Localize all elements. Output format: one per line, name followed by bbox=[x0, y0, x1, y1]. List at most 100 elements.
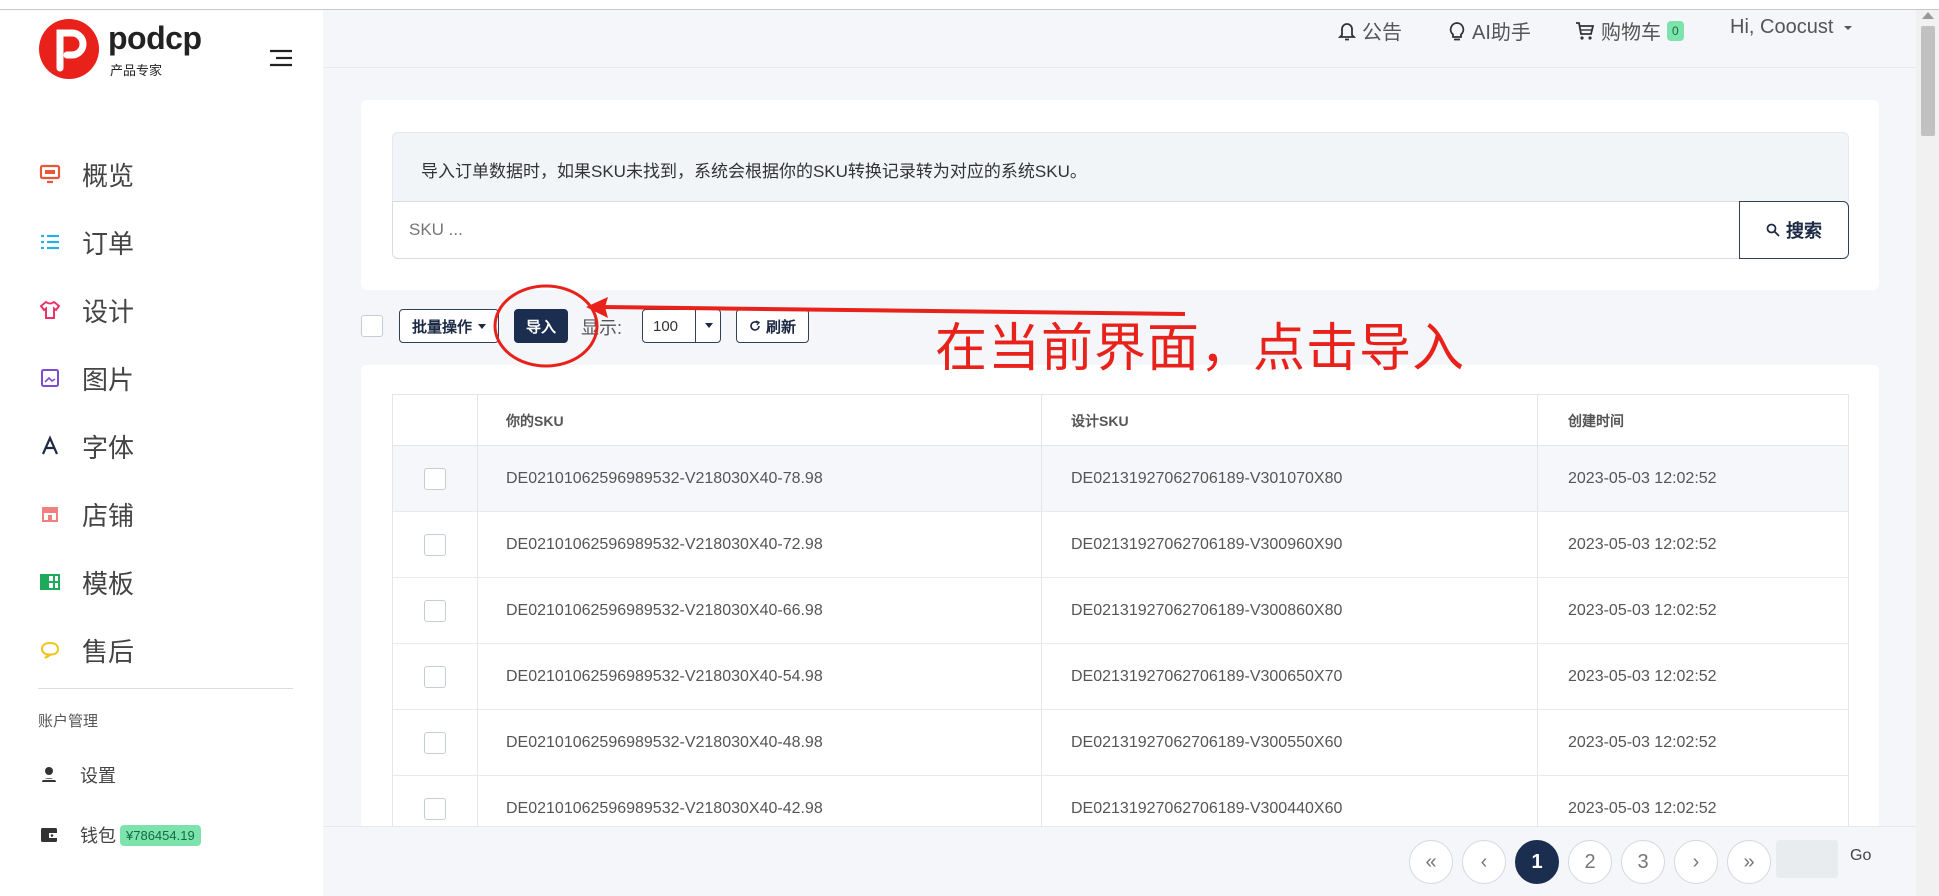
sidebar-item-aftersales[interactable]: 售后 bbox=[38, 616, 298, 684]
your-sku-cell: DE02101062596989532-V218030X40-72.98 bbox=[506, 536, 823, 553]
wallet-label: 钱包 bbox=[80, 826, 116, 846]
row-checkbox[interactable] bbox=[424, 534, 446, 556]
vertical-scrollbar[interactable] bbox=[1916, 10, 1939, 896]
row-checkbox[interactable] bbox=[424, 600, 446, 622]
caret-down-icon bbox=[478, 323, 486, 329]
prev-page-button[interactable]: ‹ bbox=[1462, 840, 1506, 884]
sidebar-item-label: 概览 bbox=[82, 160, 135, 191]
column-header-design-sku[interactable]: 设计SKU bbox=[1071, 395, 1471, 446]
menu-collapse-icon[interactable] bbox=[268, 48, 294, 68]
sidebar-item-label: 图片 bbox=[82, 364, 135, 395]
table-row[interactable]: DE02101062596989532-V218030X40-54.98 DE02… bbox=[393, 644, 1848, 710]
bell-icon bbox=[1338, 21, 1356, 41]
scroll-up-arrow-icon[interactable] bbox=[1922, 12, 1934, 19]
sidebar-item-wallet[interactable]: 钱包 ¥786454.19 bbox=[38, 820, 201, 850]
last-page-button[interactable]: » bbox=[1727, 840, 1771, 884]
wallet-balance-badge: ¥786454.19 bbox=[120, 824, 201, 846]
page-size-value: 100 bbox=[653, 317, 679, 335]
column-divider bbox=[1041, 395, 1042, 853]
sidebar-item-label: 订单 bbox=[82, 228, 135, 259]
page-1-button[interactable]: 1 bbox=[1515, 840, 1559, 884]
row-checkbox[interactable] bbox=[424, 732, 446, 754]
sku-search-input[interactable] bbox=[392, 201, 1740, 259]
row-checkbox[interactable] bbox=[424, 666, 446, 688]
cart-count-badge: 0 bbox=[1667, 20, 1684, 41]
image-icon bbox=[38, 366, 62, 390]
column-divider bbox=[1537, 395, 1538, 853]
sidebar-item-label: 店铺 bbox=[82, 500, 135, 531]
table-row[interactable]: DE02101062596989532-V218030X40-72.98 DE02… bbox=[393, 512, 1848, 578]
table-row[interactable]: DE02101062596989532-V218030X40-78.98 DE02… bbox=[393, 446, 1848, 512]
row-checkbox[interactable] bbox=[424, 798, 446, 820]
sidebar-item-orders[interactable]: 订单 bbox=[38, 208, 298, 276]
sidebar-item-stores[interactable]: 店铺 bbox=[38, 480, 298, 548]
cart-link[interactable]: 购物车 0 bbox=[1575, 16, 1684, 45]
import-button-label: 导入 bbox=[525, 318, 556, 336]
sidebar-item-images[interactable]: 图片 bbox=[38, 344, 298, 412]
cart-icon bbox=[1575, 21, 1595, 41]
goto-page-input[interactable] bbox=[1776, 840, 1838, 878]
sidebar-item-overview[interactable]: 概览 bbox=[38, 140, 298, 208]
lightbulb-icon bbox=[1448, 21, 1466, 41]
shirt-icon bbox=[38, 298, 62, 322]
page-size-select[interactable]: 100 bbox=[642, 309, 721, 343]
select-divider bbox=[695, 310, 696, 342]
design-sku-cell: DE02131927062706189-V300860X80 bbox=[1071, 602, 1343, 619]
podcp-logo-mark-icon bbox=[39, 19, 99, 79]
cart-label: 购物车 bbox=[1601, 22, 1661, 44]
sidebar-item-templates[interactable]: 模板 bbox=[38, 548, 298, 616]
refresh-button[interactable]: 刷新 bbox=[736, 309, 809, 343]
user-menu[interactable]: Hi, Coocust bbox=[1730, 16, 1853, 39]
sku-mapping-table: 你的SKU 设计SKU 创建时间 DE02101062596989532-V21… bbox=[392, 394, 1849, 854]
spreadsheet-icon bbox=[38, 570, 62, 594]
sidebar-item-settings[interactable]: 设置 bbox=[38, 760, 116, 790]
batch-actions-dropdown[interactable]: 批量操作 bbox=[399, 309, 499, 343]
sidebar-item-design[interactable]: 设计 bbox=[38, 276, 298, 344]
import-notice-text: 导入订单数据时，如果SKU未找到，系统会根据你的SKU转换记录转为对应的系统SK… bbox=[392, 132, 1849, 202]
column-header-your-sku[interactable]: 你的SKU bbox=[506, 395, 906, 446]
user-icon bbox=[38, 764, 60, 786]
batch-actions-label: 批量操作 bbox=[411, 318, 472, 336]
caret-down-icon bbox=[705, 323, 713, 328]
first-page-button[interactable]: « bbox=[1409, 840, 1453, 884]
notice-link[interactable]: 公告 bbox=[1338, 16, 1402, 45]
chat-bubble-icon bbox=[38, 638, 62, 662]
your-sku-cell: DE02101062596989532-V218030X40-48.98 bbox=[506, 734, 823, 751]
created-time-cell: 2023-05-03 12:02:52 bbox=[1568, 536, 1717, 553]
page-2-button[interactable]: 2 bbox=[1568, 840, 1612, 884]
sidebar-item-fonts[interactable]: 字体 bbox=[38, 412, 298, 480]
created-time-cell: 2023-05-03 12:02:52 bbox=[1568, 734, 1717, 751]
go-button[interactable]: Go bbox=[1850, 847, 1871, 865]
monitor-icon bbox=[38, 162, 62, 186]
table-row[interactable]: DE02101062596989532-V218030X40-48.98 DE02… bbox=[393, 710, 1848, 776]
ai-assistant-link[interactable]: AI助手 bbox=[1448, 16, 1531, 45]
annotation-text: 在当前界面，点击导入 bbox=[935, 319, 1466, 379]
sidebar-item-label: 字体 bbox=[82, 432, 135, 463]
select-all-checkbox[interactable] bbox=[361, 315, 383, 337]
row-checkbox[interactable] bbox=[424, 468, 446, 490]
settings-label: 设置 bbox=[80, 766, 116, 786]
import-button[interactable]: 导入 bbox=[514, 309, 568, 343]
search-icon bbox=[1766, 223, 1780, 237]
sidebar-nav: 概览 订单 设计 图片 字体 店铺 模板 售后 bbox=[38, 140, 298, 684]
table-row[interactable]: DE02101062596989532-V218030X40-66.98 DE02… bbox=[393, 578, 1848, 644]
search-button[interactable]: 搜索 bbox=[1739, 201, 1849, 259]
brand-logo[interactable]: podcp 产品专家 bbox=[38, 18, 218, 79]
created-time-cell: 2023-05-03 12:02:52 bbox=[1568, 668, 1717, 685]
design-sku-cell: DE02131927062706189-V300960X90 bbox=[1071, 536, 1343, 553]
brand-subtitle: 产品专家 bbox=[110, 63, 163, 78]
column-header-created-time[interactable]: 创建时间 bbox=[1568, 395, 1818, 446]
page-3-button[interactable]: 3 bbox=[1621, 840, 1665, 884]
font-icon bbox=[38, 434, 62, 458]
next-page-button[interactable]: › bbox=[1674, 840, 1718, 884]
chevron-down-icon bbox=[1843, 25, 1853, 31]
wallet-icon bbox=[38, 824, 60, 846]
column-divider bbox=[477, 395, 478, 853]
search-button-label: 搜索 bbox=[1786, 221, 1822, 241]
scrollbar-thumb[interactable] bbox=[1921, 26, 1935, 136]
your-sku-cell: DE02101062596989532-V218030X40-54.98 bbox=[506, 668, 823, 685]
user-greeting: Hi, Coocust bbox=[1730, 16, 1834, 38]
sidebar-divider bbox=[38, 688, 293, 689]
ai-assistant-label: AI助手 bbox=[1472, 22, 1531, 44]
refresh-label: 刷新 bbox=[765, 318, 796, 336]
